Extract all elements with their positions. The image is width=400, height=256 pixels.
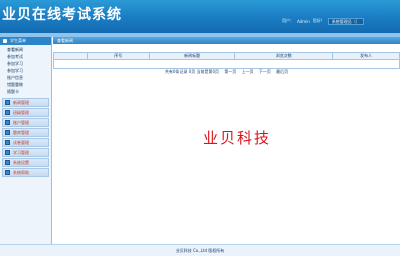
user-name: Admin [297, 18, 310, 24]
column-header-select [53, 52, 88, 60]
sidebar-head[interactable]: 学生菜单 [0, 37, 51, 45]
folder-icon [5, 100, 10, 105]
sidebar-group-label: 系统帮助 [13, 169, 29, 175]
sidebar-head-label: 学生菜单 [10, 38, 26, 43]
sidebar-group-label: 班级管理 [13, 109, 29, 115]
main-content: 查看新闻 序号 新闻标题 浏览次数 发布人 共有0条记录 0页 当前是第0页 第… [53, 37, 400, 244]
column-header-index[interactable]: 序号 [86, 52, 150, 60]
sidebar-item-take-exam[interactable]: 参加考试 [0, 53, 51, 60]
user-prefix: 用户： [282, 18, 294, 23]
sidebar-group-settings[interactable]: 系统设置 [2, 158, 49, 167]
first-page-link[interactable]: 第一页 [224, 69, 236, 74]
sidebar-group-label: 学习管理 [13, 149, 29, 155]
role-badge[interactable]: 系统管理员（） [327, 17, 364, 25]
header-banner: 业贝在线考试系统 用户： Admin 您好！ 系统管理员（） [0, 0, 400, 33]
column-header-title[interactable]: 新闻标题 [148, 52, 236, 60]
sidebar-group-study[interactable]: 学习管理 [2, 148, 49, 157]
sidebar-group-label: 系统设置 [13, 159, 29, 165]
sidebar-group-class[interactable]: 班级管理 [2, 108, 49, 117]
table-header-row: 序号 新闻标题 浏览次数 发布人 [53, 52, 400, 60]
sidebar-group-news[interactable]: 新闻管理 [2, 98, 49, 107]
sidebar-group-help[interactable]: 系统帮助 [2, 168, 49, 177]
sidebar: 学生菜单 查看新闻 参加考试 参加学习 参加学习 账户信息 错题重做 随题卡 新… [0, 37, 52, 244]
sidebar-group-papers[interactable]: 试卷管理 [2, 138, 49, 147]
column-header-author[interactable]: 发布人 [332, 52, 400, 60]
folder-icon [5, 170, 10, 175]
sidebar-item-study-2[interactable]: 参加学习 [0, 67, 51, 74]
folder-icon [5, 160, 10, 165]
pagination: 共有0条记录 0页 当前是第0页 第一页 上一页 下一页 最后页 [53, 69, 400, 75]
welcome-text: 您好！ [312, 18, 325, 23]
table-empty-body [53, 60, 400, 69]
sidebar-group-account[interactable]: 账户管理 [2, 118, 49, 127]
panel-title: 查看新闻 [53, 37, 400, 44]
last-page-link[interactable]: 最后页 [276, 69, 288, 74]
news-table: 序号 新闻标题 浏览次数 发布人 [53, 52, 400, 60]
sidebar-item-answer-card[interactable]: 随题卡 [0, 88, 51, 95]
app-title: 业贝在线考试系统 [2, 7, 122, 23]
sidebar-item-redo-mistakes[interactable]: 错题重做 [0, 81, 51, 88]
sidebar-item-account-info[interactable]: 账户信息 [0, 74, 51, 81]
folder-icon [5, 150, 10, 155]
column-header-views[interactable]: 浏览次数 [234, 52, 334, 60]
app-window: 业贝在线考试系统 用户： Admin 您好！ 系统管理员（） 学生菜单 查看新闻… [0, 0, 400, 256]
next-page-link[interactable]: 下一页 [259, 69, 271, 74]
folder-icon [5, 120, 10, 125]
folder-icon [5, 130, 10, 135]
user-bar: 用户： Admin 您好！ 系统管理员（） [282, 17, 364, 25]
footer-copyright: 业贝科技 Co.,Ltd 版权所有 [175, 248, 225, 253]
folder-icon [5, 140, 10, 145]
sidebar-item-study[interactable]: 参加学习 [0, 60, 51, 67]
sidebar-sub-list: 查看新闻 参加考试 参加学习 参加学习 账户信息 错题重做 随题卡 [0, 45, 51, 97]
folder-icon [5, 110, 10, 115]
sidebar-group-label: 试卷管理 [13, 139, 29, 145]
menu-icon [3, 39, 7, 43]
prev-page-link[interactable]: 上一页 [242, 69, 254, 74]
sidebar-group-label: 账户管理 [13, 119, 29, 125]
sidebar-group-label: 题库管理 [13, 129, 29, 135]
company-watermark: 业贝科技 [203, 129, 272, 147]
sidebar-group-label: 新闻管理 [13, 99, 29, 105]
sidebar-group-question-bank[interactable]: 题库管理 [2, 128, 49, 137]
footer: 业贝科技 Co.,Ltd 版权所有 [0, 244, 400, 256]
sidebar-item-view-news[interactable]: 查看新闻 [0, 46, 51, 53]
pagination-summary: 共有0条记录 0页 当前是第0页 [164, 69, 220, 74]
